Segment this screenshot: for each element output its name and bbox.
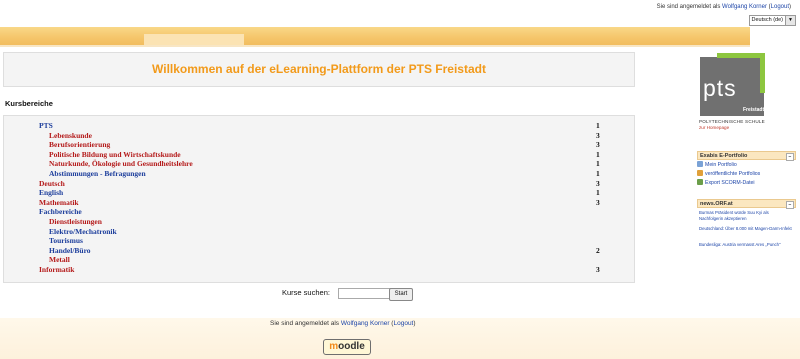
- header-band-strip: [0, 45, 750, 47]
- category-course-count: 3: [596, 130, 600, 140]
- portfolio-item-published[interactable]: veröffentlichte Portfolios: [697, 170, 760, 178]
- category-link[interactable]: Dienstleistungen: [49, 217, 102, 227]
- category-link[interactable]: Fachbereiche: [39, 207, 82, 217]
- collapse-icon[interactable]: −: [786, 153, 794, 161]
- kursbereiche-heading: Kursbereiche: [5, 99, 53, 108]
- export-icon: [697, 179, 703, 185]
- category-course-count: 1: [596, 149, 600, 159]
- chevron-down-icon: ▼: [785, 16, 795, 25]
- category-course-count: 2: [596, 245, 600, 255]
- category-link[interactable]: Abstimmungen - Befragungen: [49, 169, 146, 179]
- category-course-count: 3: [596, 197, 600, 207]
- news-block-title: news.ORF.at: [700, 201, 733, 207]
- category-course-count: 3: [596, 140, 600, 150]
- welcome-banner: Willkommen auf der eLearning-Plattform d…: [3, 52, 635, 87]
- moodle-logo[interactable]: moodle: [323, 339, 371, 355]
- category-link[interactable]: Metall: [49, 255, 70, 265]
- category-link[interactable]: Deutsch: [39, 179, 65, 189]
- pts-logo-accent-side: [760, 53, 765, 93]
- course-search-label: Kurse suchen:: [282, 288, 330, 297]
- portfolio-item-label: veröffentlichte Portfolios: [705, 171, 761, 177]
- portfolio-block-header: Exabis E-Portfolio −: [697, 151, 796, 161]
- category-link[interactable]: English: [39, 188, 63, 198]
- category-course-count: 1: [596, 169, 600, 178]
- category-link[interactable]: Tourismus: [49, 236, 83, 246]
- login-prefix: Sie sind angemeldet als: [656, 4, 721, 10]
- login-info-top: Sie sind angemeldet als Wolfgang Korner …: [656, 4, 791, 10]
- search-start-button[interactable]: Start: [389, 288, 413, 301]
- header-band-highlight: [144, 34, 244, 45]
- category-link[interactable]: PTS: [39, 121, 53, 131]
- school-name: POLYTECHNISCHE SCHULE: [699, 119, 765, 124]
- news-item[interactable]: Burmas Präsident würde Suu Kyi als Nachf…: [699, 210, 793, 221]
- news-item[interactable]: Bundesliga: Austria vermasst Ares „Punch…: [699, 242, 793, 248]
- language-select[interactable]: Deutsch (de) ▼: [748, 15, 796, 26]
- pts-logo-text: pts: [703, 75, 737, 101]
- category-course-count: 3: [596, 178, 600, 188]
- course-search-input[interactable]: [338, 288, 392, 299]
- portfolio-block-body: Mein Portfolio veröffentlichte Portfolio…: [697, 161, 796, 189]
- pts-logo-subtitle: Freistadt: [743, 107, 765, 113]
- category-link[interactable]: Lebenskunde: [49, 131, 92, 141]
- portfolio-item-label: Export SCORM-Datei: [705, 180, 755, 186]
- portfolio-block-title: Exabis E-Portfolio: [700, 153, 748, 159]
- category-course-count: 1: [596, 159, 600, 169]
- logout-link[interactable]: Logout: [771, 4, 789, 10]
- category-link[interactable]: Politische Bildung und Wirtschaftskunde: [49, 150, 181, 160]
- news-block-header: news.ORF.at −: [697, 199, 796, 209]
- login-info-bottom: Sie sind angemeldet als Wolfgang Korner …: [270, 320, 416, 327]
- header-band: [0, 27, 750, 45]
- category-link[interactable]: Elektro/Mechatronik: [49, 227, 117, 237]
- portfolio-item-mein[interactable]: Mein Portfolio: [697, 161, 737, 169]
- news-item[interactable]: Deutschland: Über 8.000 mit Magen-Darm-I…: [699, 226, 793, 232]
- language-value: Deutsch (de): [751, 17, 784, 23]
- user-link[interactable]: Wolfgang Korner: [722, 4, 767, 10]
- category-link[interactable]: Naturkunde, Ökologie und Gesundheitslehr…: [49, 159, 193, 169]
- kursbereiche-list: PTS 1 Lebenskunde 3 Berufsorientierung 3 Polit…: [3, 115, 635, 283]
- published-icon: [697, 170, 703, 176]
- portfolio-item-label: Mein Portfolio: [705, 162, 737, 168]
- category-link[interactable]: Berufsorientierung: [49, 140, 110, 150]
- login-prefix-footer: Sie sind angemeldet als: [270, 320, 340, 327]
- category-link[interactable]: Handel/Büro: [49, 246, 91, 256]
- collapse-icon[interactable]: −: [786, 201, 794, 209]
- logout-link-footer[interactable]: Logout: [393, 320, 413, 327]
- category-course-count: 3: [596, 265, 600, 274]
- category-link[interactable]: Informatik: [39, 265, 74, 275]
- portfolio-icon: [697, 161, 703, 167]
- category-course-count: 1: [596, 121, 600, 130]
- pts-logo-accent-top: [717, 53, 765, 58]
- news-block-body: Burmas Präsident würde Suu Kyi als Nachf…: [697, 209, 796, 259]
- portfolio-item-export[interactable]: Export SCORM-Datei: [697, 179, 755, 187]
- user-link-footer[interactable]: Wolfgang Korner: [341, 320, 390, 327]
- category-link[interactable]: Mathematik: [39, 198, 79, 208]
- category-course-count: 1: [596, 188, 600, 198]
- homepage-link[interactable]: zur Homepage: [699, 125, 729, 130]
